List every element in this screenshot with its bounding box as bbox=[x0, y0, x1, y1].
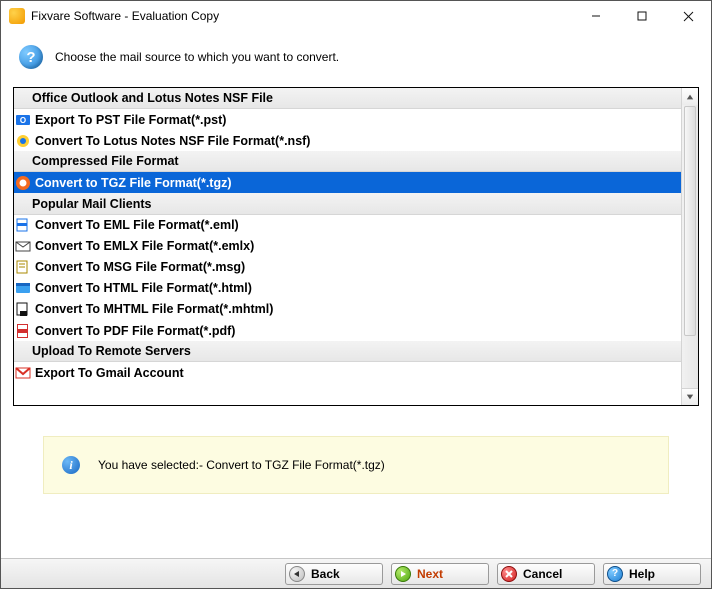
scroll-down-arrow-icon[interactable] bbox=[682, 388, 698, 405]
item-label: Convert To MSG File Format(*.msg) bbox=[35, 260, 245, 274]
item-emlx[interactable]: Convert To EMLX File Format(*.emlx) bbox=[14, 236, 681, 257]
window-title: Fixvare Software - Evaluation Copy bbox=[31, 9, 219, 23]
group-header-popular: Popular Mail Clients bbox=[14, 193, 681, 214]
header-section: ? Choose the mail source to which you wa… bbox=[1, 31, 711, 87]
item-eml[interactable]: Convert To EML File Format(*.eml) bbox=[14, 215, 681, 236]
scrollbar-thumb[interactable] bbox=[684, 106, 696, 336]
maximize-button[interactable] bbox=[619, 1, 665, 31]
item-label: Export To PST File Format(*.pst) bbox=[35, 113, 226, 127]
item-label: Convert To HTML File Format(*.html) bbox=[35, 281, 252, 295]
back-button[interactable]: Back bbox=[285, 563, 383, 585]
question-icon: ? bbox=[19, 45, 43, 69]
help-question-icon: ? bbox=[607, 566, 623, 582]
html-icon bbox=[15, 280, 31, 296]
msg-icon bbox=[15, 259, 31, 275]
item-nsf[interactable]: Convert To Lotus Notes NSF File Format(*… bbox=[14, 130, 681, 151]
item-tgz[interactable]: Convert to TGZ File Format(*.tgz) bbox=[14, 172, 681, 193]
cancel-button[interactable]: Cancel bbox=[497, 563, 595, 585]
help-button-label: Help bbox=[629, 567, 655, 581]
back-arrow-icon bbox=[289, 566, 305, 582]
next-button[interactable]: Next bbox=[391, 563, 489, 585]
close-button[interactable] bbox=[665, 1, 711, 31]
item-gmail[interactable]: Export To Gmail Account bbox=[14, 362, 681, 383]
group-header-outlook-nsf: Office Outlook and Lotus Notes NSF File bbox=[14, 88, 681, 109]
mhtml-icon bbox=[15, 301, 31, 317]
emlx-icon bbox=[15, 238, 31, 254]
format-list: Office Outlook and Lotus Notes NSF File … bbox=[13, 87, 699, 406]
scroll-up-arrow-icon[interactable] bbox=[682, 88, 698, 105]
item-mhtml[interactable]: Convert To MHTML File Format(*.mhtml) bbox=[14, 299, 681, 320]
item-label: Convert To EMLX File Format(*.emlx) bbox=[35, 239, 254, 253]
next-arrow-icon bbox=[395, 566, 411, 582]
item-html[interactable]: Convert To HTML File Format(*.html) bbox=[14, 278, 681, 299]
svg-text:O: O bbox=[20, 116, 26, 125]
cancel-button-label: Cancel bbox=[523, 567, 562, 581]
footer-bar: Back Next Cancel ? Help bbox=[1, 558, 711, 588]
group-header-upload: Upload To Remote Servers bbox=[14, 341, 681, 362]
item-label: Convert To PDF File Format(*.pdf) bbox=[35, 324, 235, 338]
item-label: Convert To Lotus Notes NSF File Format(*… bbox=[35, 134, 310, 148]
minimize-button[interactable] bbox=[573, 1, 619, 31]
cancel-x-icon bbox=[501, 566, 517, 582]
scrollbar[interactable] bbox=[681, 88, 698, 405]
item-label: Export To Gmail Account bbox=[35, 366, 184, 380]
info-icon: i bbox=[62, 456, 80, 474]
status-text: You have selected:- Convert to TGZ File … bbox=[98, 458, 385, 472]
status-panel: i You have selected:- Convert to TGZ Fil… bbox=[43, 436, 669, 494]
back-button-label: Back bbox=[311, 567, 340, 581]
help-button[interactable]: ? Help bbox=[603, 563, 701, 585]
header-prompt: Choose the mail source to which you want… bbox=[55, 50, 339, 64]
lotus-notes-icon bbox=[15, 133, 31, 149]
app-logo-icon bbox=[9, 8, 25, 24]
gmail-icon bbox=[15, 365, 31, 381]
group-header-compressed: Compressed File Format bbox=[14, 151, 681, 172]
titlebar: Fixvare Software - Evaluation Copy bbox=[1, 1, 711, 31]
item-msg[interactable]: Convert To MSG File Format(*.msg) bbox=[14, 257, 681, 278]
eml-icon bbox=[15, 217, 31, 233]
pdf-icon bbox=[15, 323, 31, 339]
item-label: Convert to TGZ File Format(*.tgz) bbox=[35, 176, 232, 190]
item-label: Convert To EML File Format(*.eml) bbox=[35, 218, 239, 232]
next-button-label: Next bbox=[417, 567, 443, 581]
item-label: Convert To MHTML File Format(*.mhtml) bbox=[35, 302, 273, 316]
item-pdf[interactable]: Convert To PDF File Format(*.pdf) bbox=[14, 320, 681, 341]
item-pst[interactable]: O Export To PST File Format(*.pst) bbox=[14, 109, 681, 130]
tgz-icon bbox=[15, 175, 31, 191]
outlook-icon: O bbox=[15, 112, 31, 128]
